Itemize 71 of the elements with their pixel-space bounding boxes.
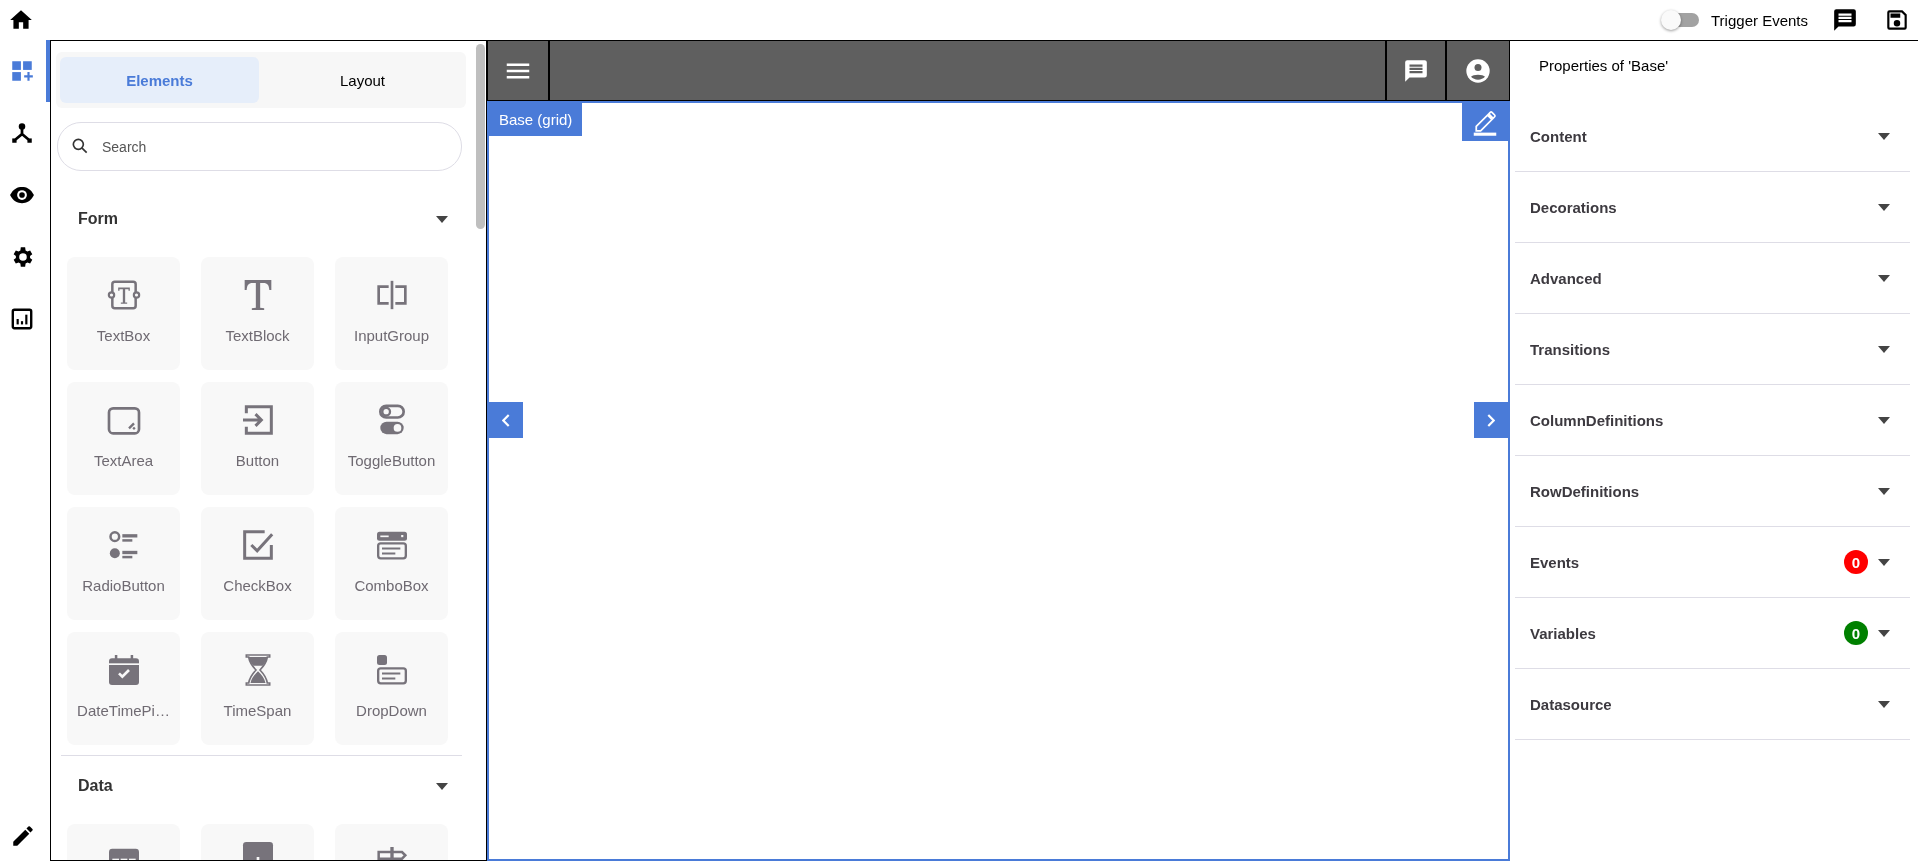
property-section[interactable]: Datasource — [1515, 669, 1910, 740]
account-icon — [1464, 56, 1492, 85]
caret-icon — [1878, 629, 1890, 637]
canvas-label: Base (grid) — [489, 103, 583, 136]
section-title: Decorations — [1530, 198, 1618, 216]
section-title: Content — [1530, 127, 1588, 145]
save-button[interactable] — [1884, 7, 1910, 33]
element-tile[interactable]: TextArea — [67, 382, 180, 495]
element-tile[interactable]: InputGroup — [335, 257, 448, 370]
caret-icon — [1878, 558, 1890, 566]
element-tile[interactable]: RadioButton — [67, 507, 180, 620]
section-title: Events — [1530, 553, 1581, 571]
chart-icon — [9, 306, 35, 332]
caret-icon — [1878, 416, 1890, 424]
property-section[interactable]: RowDefinitions — [1515, 456, 1910, 527]
comments-button[interactable] — [1832, 7, 1858, 33]
caret-icon — [1878, 700, 1890, 708]
tab[interactable]: Layout — [263, 57, 462, 103]
property-section[interactable]: ColumnDefinitions — [1515, 385, 1910, 456]
pencil-icon — [10, 823, 36, 849]
group-title: Form — [78, 210, 118, 228]
count-badge: 0 — [1844, 550, 1868, 574]
section-title: Variables — [1530, 624, 1597, 642]
count-badge: 0 — [1844, 621, 1868, 645]
caret-icon — [436, 215, 448, 223]
property-section[interactable]: Content — [1515, 101, 1910, 172]
property-section[interactable]: Advanced — [1515, 243, 1910, 314]
chat-icon — [1832, 7, 1858, 33]
group-header[interactable]: Data — [51, 764, 486, 808]
branch-icon — [9, 120, 35, 146]
property-section[interactable]: Variables 0 — [1515, 598, 1910, 669]
group-title: Data — [78, 777, 113, 795]
collapse-right-button[interactable] — [1474, 402, 1508, 438]
element-tile[interactable]: ToggleButton — [335, 382, 448, 495]
element-tile[interactable]: Button — [201, 382, 314, 495]
scrollbar-thumb[interactable] — [476, 44, 485, 229]
section-title: ColumnDefinitions — [1530, 411, 1665, 429]
caret-icon — [1878, 345, 1890, 353]
element-tile[interactable]: TimeSpan — [201, 632, 314, 745]
property-section[interactable]: Decorations — [1515, 172, 1910, 243]
property-section[interactable]: Transitions — [1515, 314, 1910, 385]
caret-icon — [1878, 203, 1890, 211]
section-title: RowDefinitions — [1530, 482, 1641, 500]
element-tile[interactable]: DateTimePi… — [67, 632, 180, 745]
element-tile[interactable]: TextBox — [67, 257, 180, 370]
chat-icon — [1403, 57, 1429, 84]
panel-title: Properties of 'Base' — [1538, 56, 1670, 76]
property-section[interactable]: Events 0 — [1515, 527, 1910, 598]
search-icon — [70, 136, 90, 156]
toggle-switch[interactable] — [1663, 13, 1699, 27]
dashboard-add-icon — [9, 58, 35, 84]
design-canvas[interactable]: Base (grid) — [487, 101, 1510, 861]
element-tile[interactable]: ComboBox — [335, 507, 448, 620]
chevron-left-icon — [502, 413, 510, 427]
search-field[interactable]: Search — [57, 122, 462, 171]
caret-icon — [1878, 132, 1890, 140]
chevron-right-icon — [1487, 413, 1495, 427]
save-icon — [1884, 7, 1910, 33]
caret-icon — [436, 782, 448, 790]
element-tile[interactable]: DropDown — [335, 632, 448, 745]
caret-icon — [1878, 487, 1890, 495]
group-header[interactable]: Form — [51, 197, 486, 241]
element-tile[interactable]: TextBlock — [201, 257, 314, 370]
section-title: Advanced — [1530, 269, 1603, 287]
collapse-left-button[interactable] — [489, 402, 523, 438]
toggle-label: Trigger Events — [1711, 11, 1808, 29]
section-title: Datasource — [1530, 695, 1613, 713]
section-title: Transitions — [1530, 340, 1612, 358]
element-tile[interactable]: CheckBox — [201, 507, 314, 620]
tab[interactable]: Elements — [60, 57, 259, 103]
caret-icon — [1878, 274, 1890, 282]
